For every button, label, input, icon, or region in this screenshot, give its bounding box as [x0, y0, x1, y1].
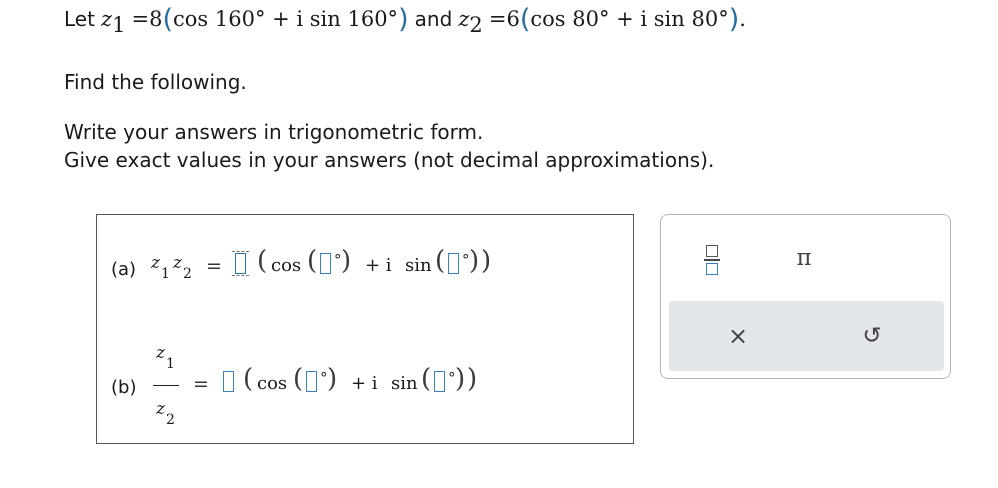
a-modulus-input[interactable] — [232, 251, 249, 276]
fraction-icon — [704, 245, 720, 275]
a-sin-right-paren: ) — [469, 246, 480, 276]
fraction-icon-bar — [704, 259, 720, 261]
b-cos-arg-wrap — [306, 371, 317, 392]
z2-body: cos 80° + i sin 80° — [530, 7, 729, 31]
b-cos: cos — [257, 373, 288, 394]
a-cos: cos — [271, 255, 302, 276]
fraction-icon-denominator — [706, 263, 718, 275]
instruction-exact-values: Give exact values in your answers (not d… — [64, 148, 715, 172]
a-cos-angle-input[interactable] — [320, 253, 331, 274]
a-z1: z — [151, 253, 160, 273]
b-denominator-z: z — [156, 399, 165, 419]
answer-box: (a) z 1 z 2 = ( cos ( ° ) + i sin ( ° ) … — [96, 214, 634, 444]
a-cos-right-paren: ) — [341, 246, 352, 276]
answer-a-row: (a) z 1 z 2 = ( cos ( ° ) + i sin ( ° ) … — [111, 246, 631, 287]
let-word: Let — [64, 7, 95, 31]
undo-icon: ↺ — [862, 323, 882, 349]
a-sin-left-paren: ( — [435, 246, 446, 276]
a-modulus-input-wrap — [232, 251, 249, 276]
z1-sub: 1 — [112, 13, 126, 37]
z1-lhs: =8 — [131, 7, 163, 31]
b-numerator-sub: 1 — [166, 356, 175, 372]
pi-button[interactable]: π — [787, 241, 821, 275]
b-cos-right-paren: ) — [327, 364, 338, 394]
z1-left-paren: ( — [162, 4, 173, 35]
fraction-icon-numerator — [706, 245, 718, 257]
z2-lhs: =6 — [488, 7, 520, 31]
a-equals: = — [206, 255, 222, 277]
b-outer-left-paren: ( — [243, 364, 254, 394]
b-sin-left-paren: ( — [421, 364, 432, 394]
b-modulus-input-wrap — [223, 371, 234, 392]
b-sin-angle-input[interactable] — [434, 371, 445, 392]
b-cos-left-paren: ( — [293, 364, 304, 394]
z2-sub: 2 — [469, 13, 483, 37]
period: . — [739, 7, 746, 31]
find-text: Find the following. — [64, 70, 247, 94]
fraction-button[interactable] — [699, 241, 725, 279]
a-outer-left-paren: ( — [257, 246, 268, 276]
answer-b-label: (b) — [111, 377, 137, 398]
b-sin: sin — [391, 373, 418, 394]
z1-right-paren: ) — [398, 4, 409, 35]
b-numerator-z: z — [156, 343, 165, 363]
and-word: and — [414, 7, 453, 31]
z2-left-paren: ( — [519, 4, 531, 35]
z1-body: cos 160° + i sin 160° — [173, 7, 399, 31]
toolbar-action-bar: × ↺ — [669, 301, 944, 371]
a-sin-arg-wrap — [448, 253, 459, 274]
close-icon: × — [727, 322, 749, 350]
a-cos-left-paren: ( — [307, 246, 318, 276]
b-sin-right-paren: ) — [455, 364, 466, 394]
b-equals: = — [193, 373, 209, 395]
a-sin: sin — [405, 255, 432, 276]
b-plus-i: + i — [351, 373, 378, 394]
a-cos-arg-wrap — [320, 253, 331, 274]
answer-a-label: (a) — [111, 259, 137, 280]
a-plus-i: + i — [365, 255, 392, 276]
a-sin-angle-input[interactable] — [448, 253, 459, 274]
instruction-trig-form: Write your answers in trigonometric form… — [64, 120, 484, 144]
z2-var: z — [458, 7, 470, 31]
clear-button[interactable]: × — [721, 319, 755, 353]
z2-right-paren: ) — [728, 4, 740, 35]
answer-b-row: (b) z 1 z 2 = ( cos ( ° ) + i sin ( ° ) … — [111, 339, 631, 439]
a-outer-right-paren: ) — [481, 246, 492, 276]
a-z2: z — [173, 253, 182, 273]
b-modulus-input[interactable] — [223, 371, 234, 392]
b-fraction-bar — [153, 385, 179, 386]
b-outer-right-paren: ) — [467, 364, 478, 394]
problem-statement: Let z1 =8(cos 160° + i sin 160°) and z2 … — [64, 4, 746, 40]
math-toolbar: π × ↺ — [660, 214, 951, 379]
pi-icon: π — [796, 245, 812, 271]
b-denominator-sub: 2 — [166, 412, 175, 428]
undo-button[interactable]: ↺ — [855, 319, 889, 353]
z1-var: z — [100, 7, 113, 31]
b-cos-angle-input[interactable] — [306, 371, 317, 392]
a-z1-sub: 1 — [161, 266, 170, 282]
b-sin-arg-wrap — [434, 371, 445, 392]
a-z2-sub: 2 — [183, 266, 192, 282]
